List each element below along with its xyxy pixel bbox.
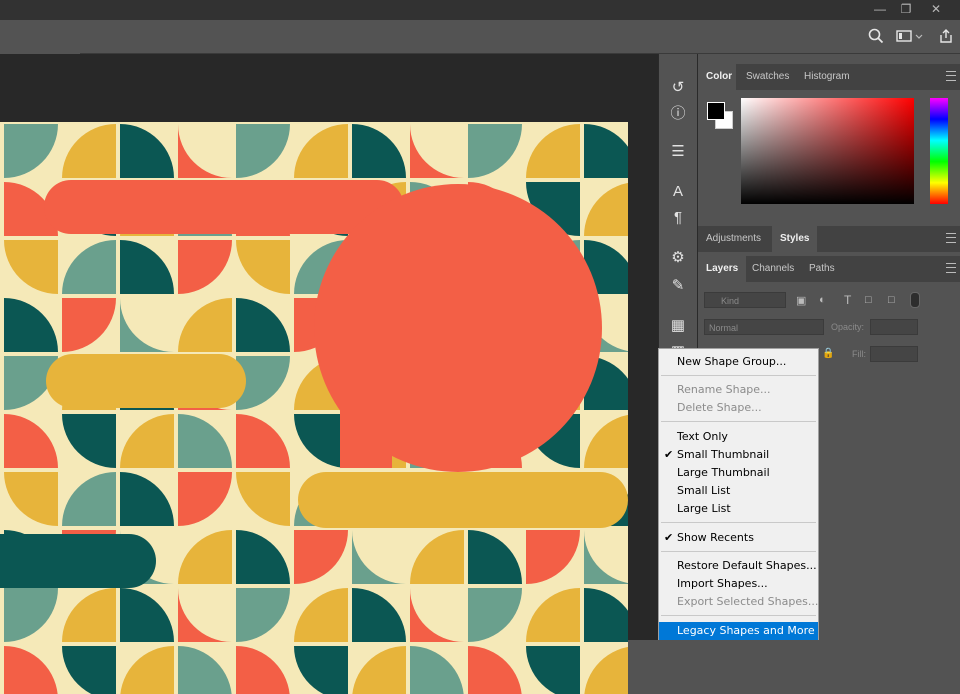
foreground-swatch[interactable] [707,102,725,120]
menu-item-label: Restore Default Shapes... [677,559,817,572]
menu-item-label: Rename Shape... [677,383,771,396]
color-field[interactable] [741,98,914,204]
document-workspace [0,54,658,694]
character-icon[interactable]: A [667,182,689,202]
menu-item-label: Delete Shape... [677,401,762,414]
filter-type-icon[interactable]: T [844,293,851,307]
blend-mode-value: Normal [709,323,739,333]
layer-kind-filter[interactable]: Kind [704,292,786,308]
filter-adjustment-icon[interactable]: ◐ [819,294,826,306]
blend-mode-select[interactable]: Normal [704,319,824,335]
menu-item-label: Large Thumbnail [677,466,770,479]
shapes-context-menu: New Shape Group... Rename Shape... Delet… [658,348,819,640]
menu-separator [661,421,816,422]
document-canvas[interactable] [0,122,628,694]
menu-item-new-shape-group[interactable]: New Shape Group... [659,353,818,371]
fill-field[interactable] [870,346,918,362]
menu-item-large-thumbnail[interactable]: Large Thumbnail [659,464,818,482]
share-icon[interactable] [938,28,954,48]
menu-separator [661,551,816,552]
brush-presets-icon[interactable]: ☰ [667,142,689,162]
menu-item-label: Small List [677,484,731,497]
menu-item-label: New Shape Group... [677,355,787,368]
opacity-field[interactable] [870,319,918,335]
tab-histogram[interactable]: Histogram [796,64,858,90]
properties-icon[interactable]: ⚙ [667,248,689,268]
panel-menu-icon[interactable] [946,233,956,243]
menu-item-label: Large List [677,502,731,515]
restore-button[interactable]: ❐ [892,0,920,18]
minimize-button[interactable]: — [866,0,894,18]
menu-item-small-list[interactable]: Small List [659,482,818,500]
menu-item-small-thumbnail[interactable]: ✔ Small Thumbnail [659,446,818,464]
filter-toggle-icon[interactable] [910,292,920,308]
libraries-icon[interactable]: ▦ [667,316,689,336]
tab-color[interactable]: Color [698,64,736,90]
tab-adjustments[interactable]: Adjustments [698,226,769,252]
checkmark-icon: ✔ [664,531,674,544]
canvas-artwork [0,122,628,694]
filter-kind-label: Kind [721,296,740,306]
menu-item-rename-shape: Rename Shape... [659,381,818,399]
menu-separator [661,522,816,523]
tab-swatches[interactable]: Swatches [738,64,797,90]
title-bar: — ❐ ✕ [0,0,960,20]
menu-item-restore-default-shapes[interactable]: Restore Default Shapes... [659,557,818,575]
opacity-label: Opacity: [831,322,865,332]
menu-item-text-only[interactable]: Text Only [659,428,818,446]
menu-item-label: Small Thumbnail [677,448,770,461]
menu-item-legacy-shapes-and-more[interactable]: Legacy Shapes and More [659,622,818,640]
tab-paths[interactable]: Paths [801,256,843,282]
tab-layers[interactable]: Layers [698,256,747,282]
menu-item-label: Import Shapes... [677,577,768,590]
search-icon[interactable] [868,28,884,48]
filter-smartobject-icon[interactable]: □ [888,294,895,306]
color-panel-header: Color Swatches Histogram [698,64,960,90]
menu-item-large-list[interactable]: Large List [659,500,818,518]
menu-item-label: Export Selected Shapes... [677,595,819,608]
close-button[interactable]: ✕ [922,0,950,18]
panel-menu-icon[interactable] [946,71,956,81]
brush-settings-icon[interactable]: ✎ [667,276,689,296]
options-bar-left [0,20,80,54]
workspace-icon[interactable] [896,28,924,48]
checkmark-icon: ✔ [664,448,674,461]
filter-shape-icon[interactable]: □ [865,294,872,306]
tab-styles[interactable]: Styles [772,226,818,252]
panel-menu-icon[interactable] [946,263,956,273]
tab-channels[interactable]: Channels [744,256,802,282]
layers-panel-header: Layers Channels Paths [698,256,960,282]
fill-label: Fill: [852,349,866,359]
filter-pixel-icon[interactable]: ▣ [796,294,806,307]
options-bar [0,20,960,54]
menu-item-delete-shape: Delete Shape... [659,399,818,417]
menu-separator [661,375,816,376]
menu-item-label: Legacy Shapes and More [677,624,815,637]
hue-slider[interactable] [930,98,948,204]
menu-item-show-recents[interactable]: ✔ Show Recents [659,529,818,547]
menu-item-export-selected-shapes: Export Selected Shapes... [659,593,818,611]
paragraph-icon[interactable]: ¶ [667,208,689,228]
lock-icon[interactable]: 🔒 [822,348,834,359]
menu-item-label: Show Recents [677,531,754,544]
menu-item-label: Text Only [677,430,728,443]
history-icon[interactable]: ↺ [667,78,689,98]
adjustments-panel-header: Adjustments Styles [698,226,960,252]
menu-separator [661,615,816,616]
info-icon[interactable]: ⓘ [667,104,689,124]
menu-item-import-shapes[interactable]: Import Shapes... [659,575,818,593]
